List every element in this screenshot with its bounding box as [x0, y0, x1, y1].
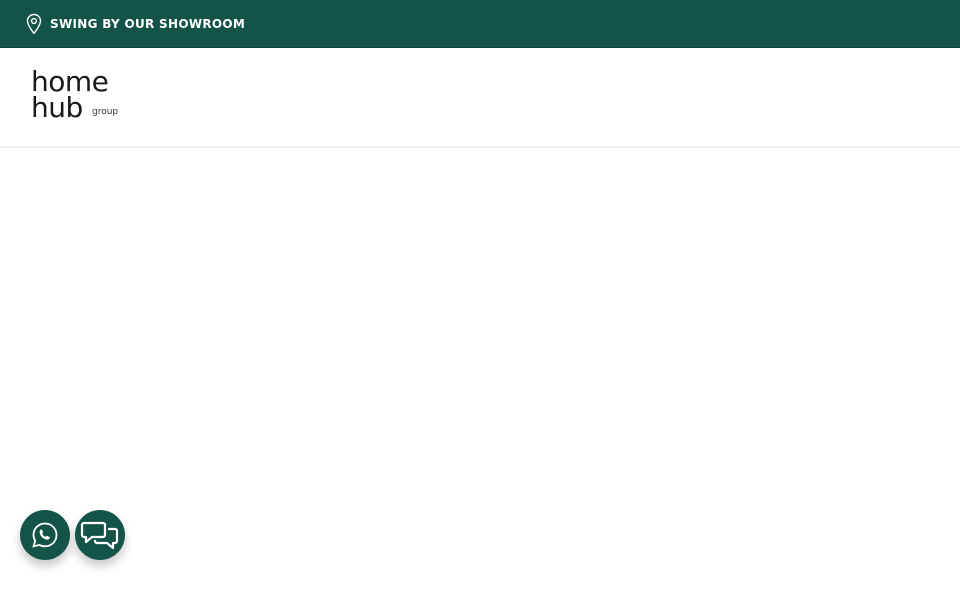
logo-text-hub: hub — [31, 91, 83, 124]
map-pin-icon — [24, 13, 44, 35]
logo-text-group: group — [92, 107, 119, 117]
main-content-area — [0, 148, 960, 600]
showroom-link[interactable]: SWING BY OUR SHOWROOM — [24, 13, 245, 35]
whatsapp-icon — [30, 520, 60, 550]
site-header: home hub group — [0, 49, 960, 147]
top-announcement-bar: SWING BY OUR SHOWROOM — [0, 0, 960, 48]
showroom-text: SWING BY OUR SHOWROOM — [50, 16, 246, 31]
chat-bubbles-icon — [80, 518, 120, 552]
home-hub-logo[interactable]: home hub group — [31, 67, 131, 127]
whatsapp-button[interactable] — [20, 510, 70, 560]
live-chat-button[interactable] — [75, 510, 125, 560]
